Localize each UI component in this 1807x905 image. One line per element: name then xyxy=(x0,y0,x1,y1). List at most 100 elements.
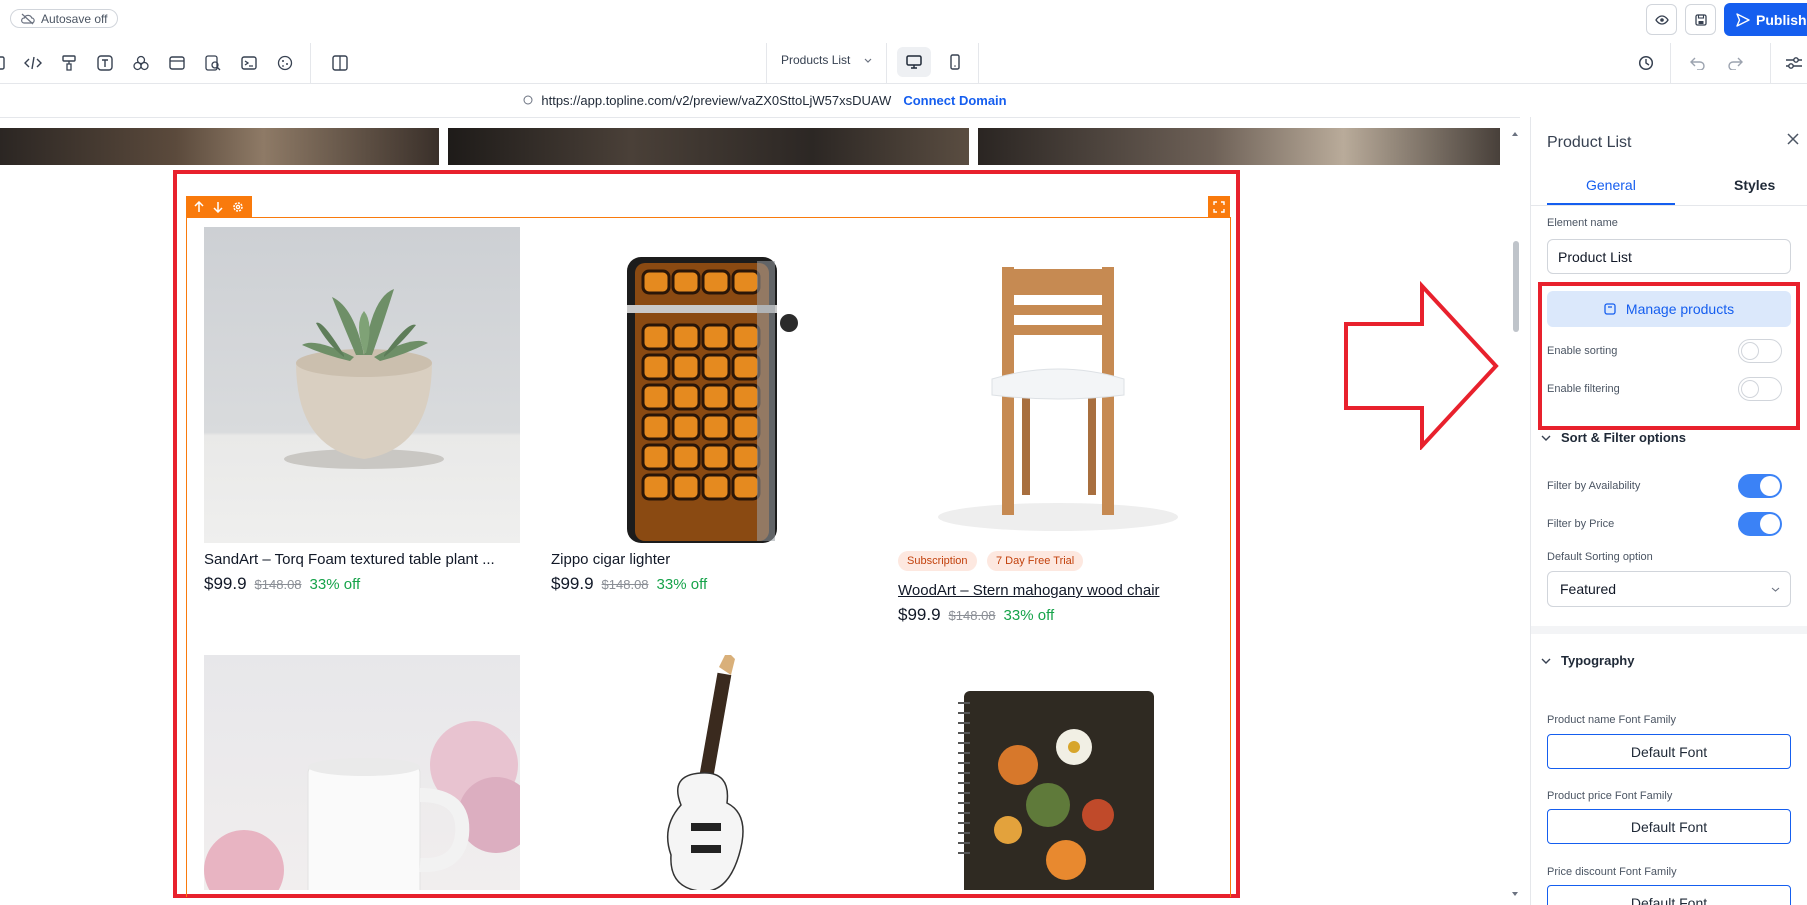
toolbar-divider xyxy=(1770,43,1771,83)
product-image-lighter[interactable] xyxy=(551,227,867,543)
element-name-input[interactable]: Product List xyxy=(1547,239,1791,274)
product-price: $99.9 xyxy=(204,574,247,593)
typography-section-header[interactable]: Typography xyxy=(1541,653,1634,668)
highlight-frame-panel xyxy=(1538,282,1800,430)
element-action-bar xyxy=(186,196,252,218)
product-name[interactable]: Zippo cigar lighter xyxy=(551,551,670,568)
product-discount: 33% off xyxy=(1003,607,1055,624)
save-button[interactable] xyxy=(1685,4,1716,35)
connect-domain-link[interactable]: Connect Domain xyxy=(903,93,1006,108)
move-up-icon[interactable] xyxy=(194,201,204,213)
mobile-view-button[interactable] xyxy=(940,47,970,77)
panel-title: Product List xyxy=(1547,134,1632,151)
price-font-label: Product price Font Family xyxy=(1547,790,1673,802)
product-old-price: $148.08 xyxy=(601,577,649,592)
discount-font-button[interactable]: Default Font xyxy=(1547,885,1791,905)
paint-roller-icon[interactable] xyxy=(59,53,79,73)
price-font-button[interactable]: Default Font xyxy=(1547,809,1791,844)
floppy-disk-icon xyxy=(1694,13,1707,26)
default-sorting-label: Default Sorting option xyxy=(1547,551,1653,563)
annotation-arrow-icon xyxy=(1340,280,1500,450)
product-discount: 33% off xyxy=(309,576,361,593)
cookie-icon[interactable] xyxy=(275,53,295,73)
toolbar-divider xyxy=(978,43,979,83)
publish-label: Publish xyxy=(1756,11,1807,28)
toolbar-divider xyxy=(310,43,311,83)
tab-styles[interactable]: Styles xyxy=(1734,177,1775,193)
element-outline xyxy=(186,217,187,897)
history-icon[interactable] xyxy=(1636,53,1656,73)
send-icon xyxy=(1736,12,1750,27)
page-select-label: Products List xyxy=(781,53,851,67)
filter-price-label: Filter by Price xyxy=(1547,518,1615,530)
filter-availability-label: Filter by Availability xyxy=(1547,480,1641,492)
autosave-label: Autosave off xyxy=(41,11,108,26)
product-discount: 33% off xyxy=(656,576,708,593)
chevron-down-icon xyxy=(864,58,872,63)
properties-panel: Product List General Styles Element name… xyxy=(1530,117,1807,905)
product-price-row: $99.9 $148.08 33% off xyxy=(204,574,360,594)
toolbar-divider xyxy=(1670,43,1671,83)
terminal-icon[interactable] xyxy=(239,53,259,73)
filter-availability-toggle[interactable] xyxy=(1738,474,1782,498)
scrollbar-thumb[interactable] xyxy=(1513,241,1519,332)
product-price-row: $99.9 $148.08 33% off xyxy=(898,605,1054,625)
sort-filter-title: Sort & Filter options xyxy=(1561,430,1686,445)
autosave-status[interactable]: Autosave off xyxy=(10,9,118,28)
page-select-dropdown[interactable]: Products List xyxy=(781,53,872,67)
shapes-icon[interactable] xyxy=(131,53,151,73)
toolbar-divider xyxy=(886,43,887,83)
product-image-notebook[interactable] xyxy=(898,655,1214,890)
section-icon[interactable] xyxy=(167,53,187,73)
smartphone-icon xyxy=(950,54,960,70)
element-name-label: Element name xyxy=(1547,217,1618,229)
undo-icon[interactable] xyxy=(1688,53,1708,73)
desktop-view-button[interactable] xyxy=(897,47,931,77)
search-page-icon[interactable] xyxy=(203,53,223,73)
element-outline xyxy=(186,217,1231,218)
product-image-chair[interactable] xyxy=(898,227,1214,543)
product-image-plant[interactable] xyxy=(204,227,520,543)
product-name[interactable]: WoodArt – Stern mahogany wood chair xyxy=(898,582,1160,599)
product-price: $99.9 xyxy=(551,574,594,593)
split-view-icon[interactable] xyxy=(330,53,350,73)
text-icon[interactable] xyxy=(95,53,115,73)
product-image-guitar[interactable] xyxy=(551,655,867,890)
expand-icon[interactable] xyxy=(1208,196,1230,218)
eye-icon xyxy=(1654,14,1669,25)
preview-button[interactable] xyxy=(1646,4,1677,35)
default-sorting-select[interactable]: Featured xyxy=(1547,571,1791,607)
hero-image xyxy=(978,128,1500,165)
filter-price-toggle[interactable] xyxy=(1738,512,1782,536)
top-bar: Autosave off Publish xyxy=(0,0,1807,36)
preview-url[interactable]: https://app.topline.com/v2/preview/vaZX0… xyxy=(541,93,891,108)
subscription-badge: Subscription xyxy=(898,551,977,571)
default-sorting-value: Featured xyxy=(1560,581,1617,597)
gear-icon[interactable] xyxy=(232,201,244,213)
product-price: $99.9 xyxy=(898,605,941,624)
free-trial-badge: 7 Day Free Trial xyxy=(987,551,1084,571)
active-tab-indicator xyxy=(1547,203,1675,205)
globe-icon xyxy=(523,95,533,105)
product-name[interactable]: SandArt – Torq Foam textured table plant… xyxy=(204,551,495,568)
name-font-button[interactable]: Default Font xyxy=(1547,734,1791,769)
tab-general[interactable]: General xyxy=(1586,177,1636,193)
discount-font-label: Price discount Font Family xyxy=(1547,866,1677,878)
monitor-icon xyxy=(906,55,922,69)
product-old-price: $148.08 xyxy=(948,608,996,623)
code-icon[interactable] xyxy=(23,53,43,73)
layers-icon[interactable] xyxy=(0,53,12,73)
chevron-down-icon xyxy=(1541,658,1551,664)
hero-image xyxy=(448,128,969,165)
publish-button[interactable]: Publish xyxy=(1724,3,1807,36)
sort-filter-section-header[interactable]: Sort & Filter options xyxy=(1541,430,1686,445)
move-down-icon[interactable] xyxy=(213,201,223,213)
close-icon[interactable] xyxy=(1787,133,1799,145)
settings-sliders-icon[interactable] xyxy=(1784,53,1804,73)
product-image-mug[interactable] xyxy=(204,655,520,890)
product-price-row: $99.9 $148.08 33% off xyxy=(551,574,707,594)
redo-icon[interactable] xyxy=(1725,53,1745,73)
element-outline xyxy=(1230,217,1231,897)
name-font-label: Product name Font Family xyxy=(1547,714,1676,726)
chevron-down-icon xyxy=(1541,435,1551,441)
